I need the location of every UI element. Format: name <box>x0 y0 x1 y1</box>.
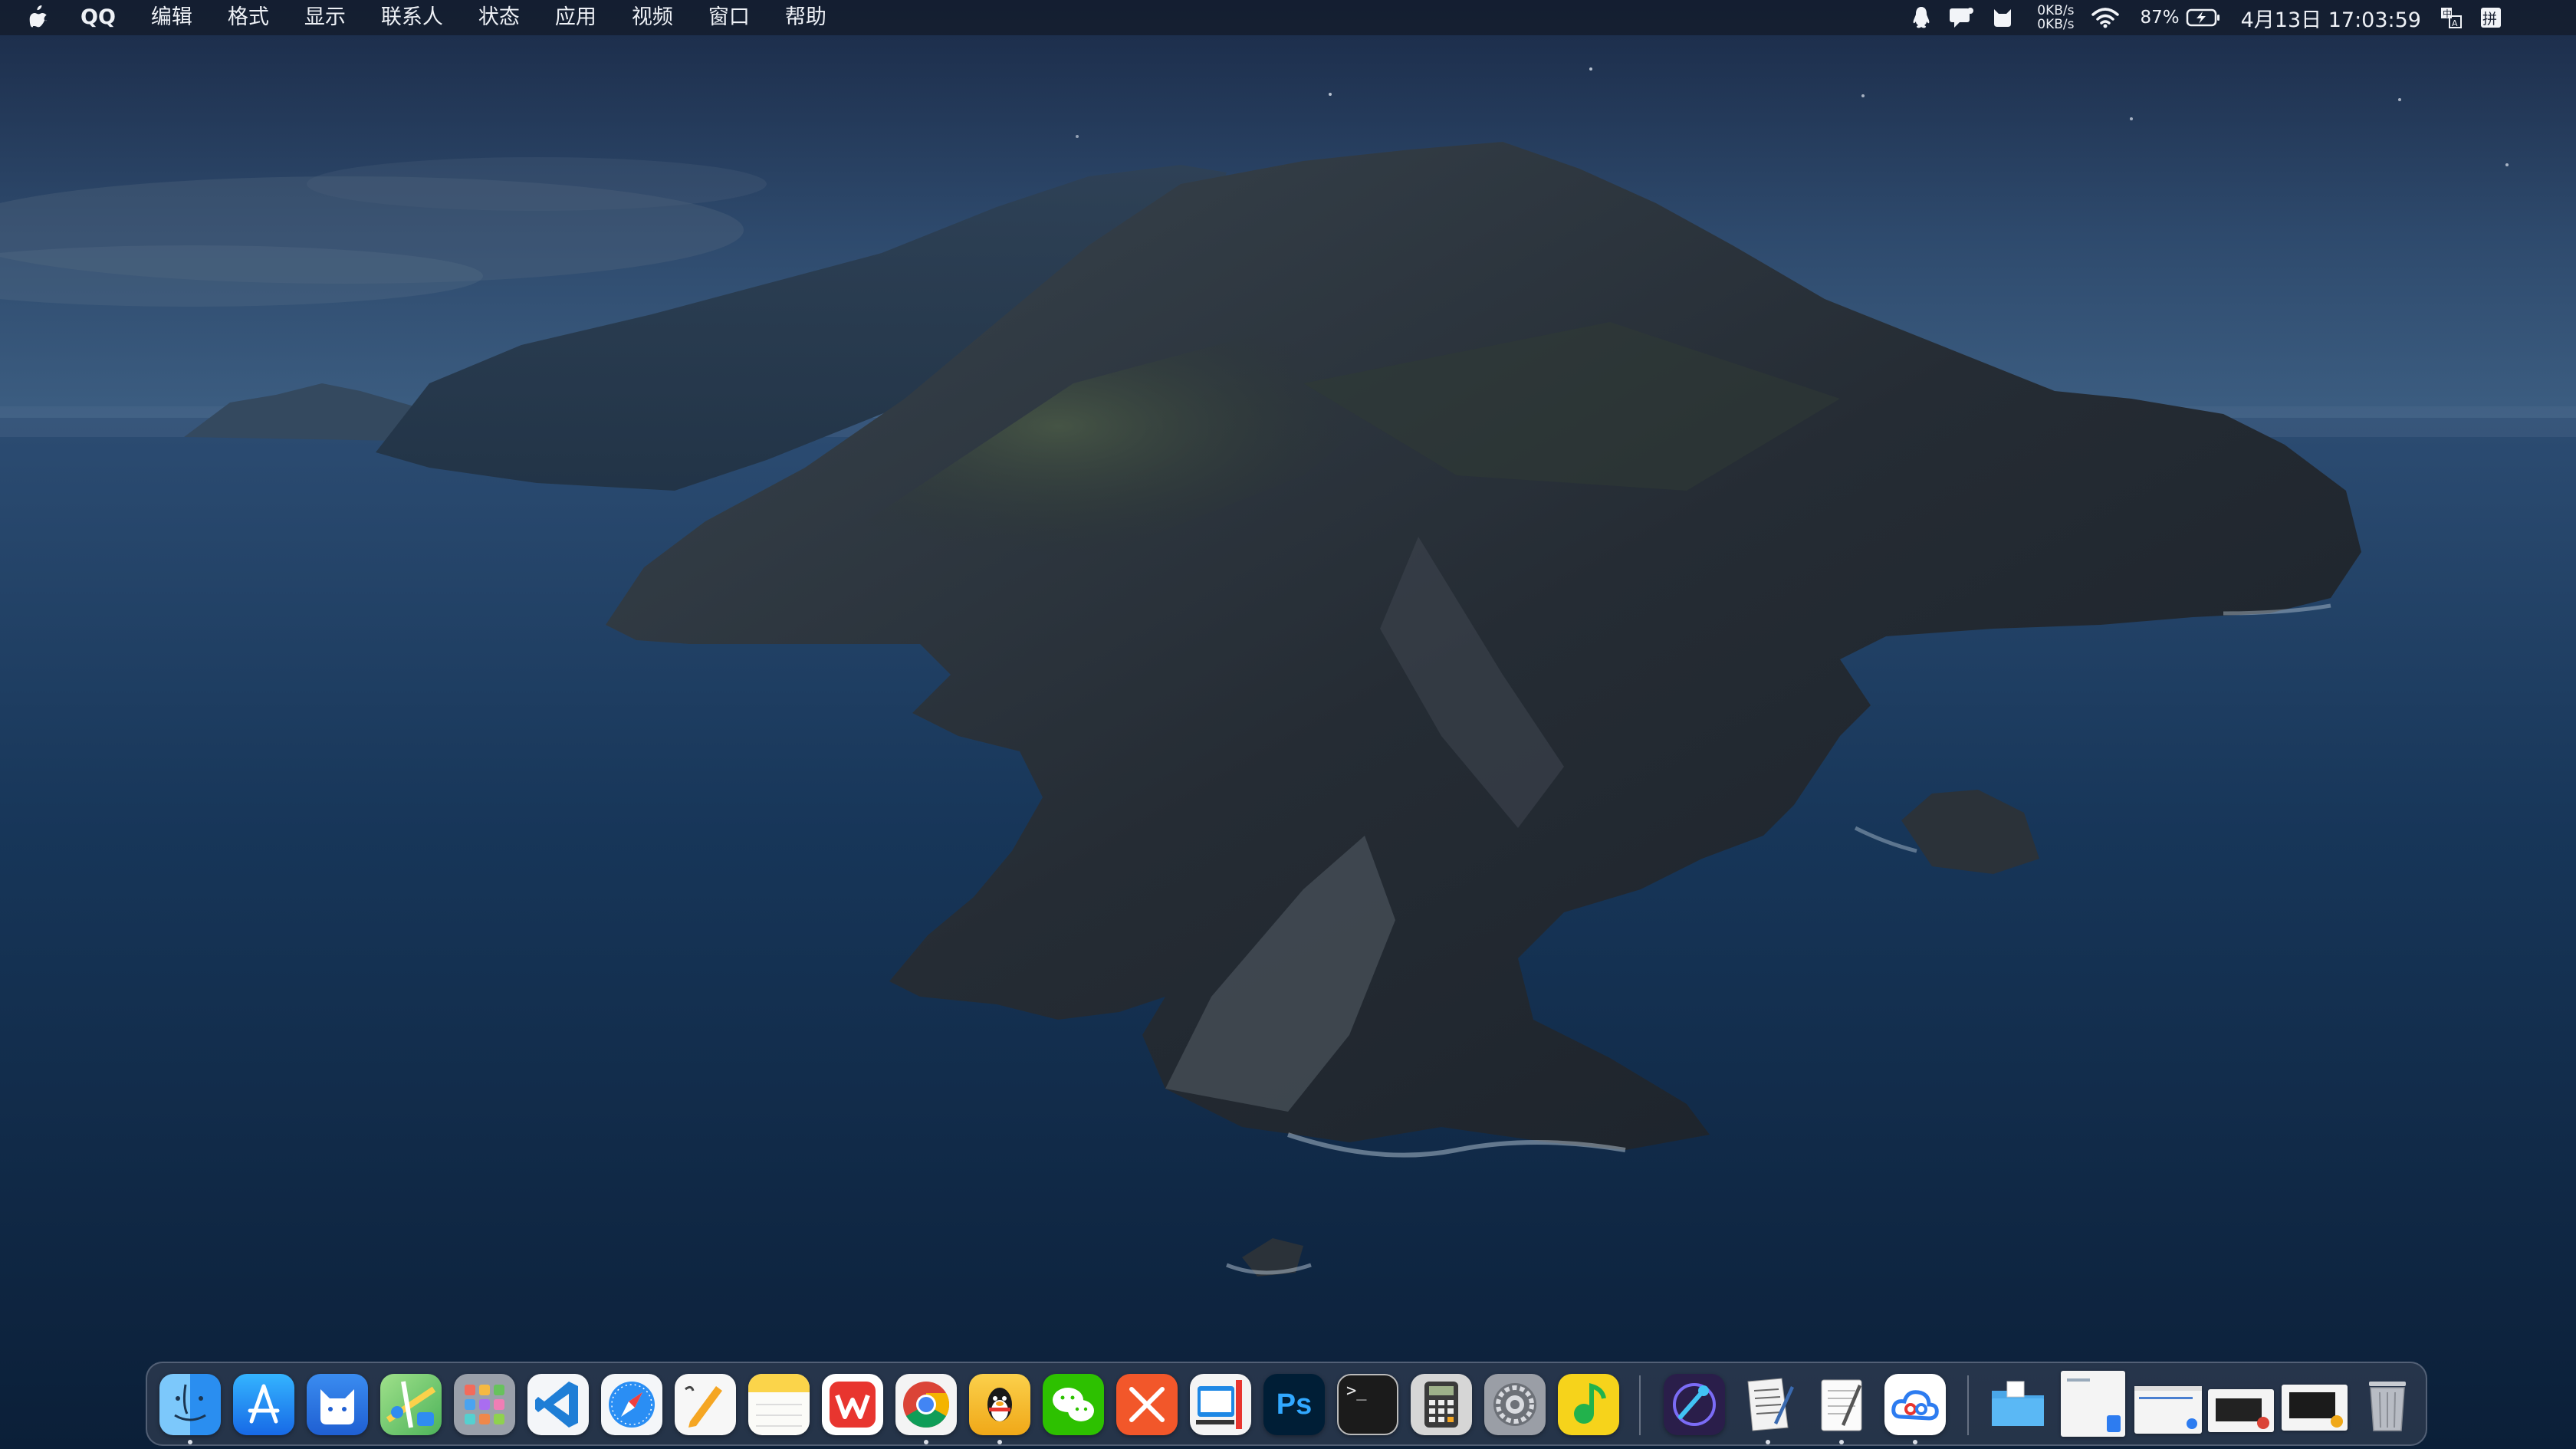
xmind-icon[interactable] <box>1116 1374 1178 1435</box>
svg-text:中: 中 <box>2443 8 2452 19</box>
dock-separator <box>1967 1375 1969 1435</box>
menu-contacts[interactable]: 联系人 <box>363 0 461 35</box>
chrome-icon[interactable] <box>895 1374 957 1435</box>
instruments-icon[interactable] <box>1664 1374 1725 1435</box>
photoshop-icon[interactable]: Ps <box>1263 1374 1325 1435</box>
battery-charging-icon[interactable] <box>2186 0 2221 35</box>
network-speed-indicator[interactable]: 0KB/s 0KB/s <box>2037 4 2074 31</box>
safari-icon[interactable] <box>601 1374 662 1435</box>
minimized-window-1[interactable] <box>2061 1371 2125 1437</box>
notification-chat-icon[interactable] <box>1948 0 1974 35</box>
cloud-drive-icon[interactable] <box>1884 1374 1946 1435</box>
qq-penguin-icon[interactable] <box>1911 0 1931 35</box>
cat-icon[interactable] <box>1991 0 2014 35</box>
minimized-window-3[interactable] <box>2208 1389 2274 1432</box>
terminal-icon[interactable]: >_ <box>1337 1374 1398 1435</box>
menu-bar-right: 0KB/s 0KB/s 87% 4月13日 17:03:59 中A 拼 <box>1894 0 2576 35</box>
system-preferences-icon[interactable] <box>1484 1374 1546 1435</box>
running-indicator <box>924 1440 928 1444</box>
input-method-icon[interactable]: 中A <box>2440 0 2463 35</box>
menu-window[interactable]: 窗口 <box>691 0 767 35</box>
calculator-icon[interactable] <box>1411 1374 1472 1435</box>
menu-edit[interactable]: 编辑 <box>133 0 210 35</box>
running-indicator <box>1839 1440 1844 1444</box>
wps-icon[interactable] <box>822 1374 883 1435</box>
apple-menu-icon[interactable] <box>28 5 51 31</box>
menu-video[interactable]: 视频 <box>614 0 691 35</box>
net-download-speed: 0KB/s <box>2037 17 2075 32</box>
svg-text:拼: 拼 <box>2482 11 2497 28</box>
menu-help[interactable]: 帮助 <box>767 0 844 35</box>
battery-percent[interactable]: 87% <box>2140 8 2179 28</box>
script-editor-icon[interactable] <box>1737 1374 1799 1435</box>
running-indicator <box>1766 1440 1770 1444</box>
svg-text:A: A <box>2452 18 2458 28</box>
menu-bar-clock[interactable]: 4月13日 17:03:59 <box>2241 3 2421 33</box>
notes-icon[interactable] <box>748 1374 810 1435</box>
pinyin-icon[interactable]: 拼 <box>2479 0 2502 35</box>
running-indicator <box>188 1440 192 1444</box>
dock-separator <box>1639 1375 1641 1435</box>
qq-music-icon[interactable] <box>1558 1374 1619 1435</box>
finder-icon[interactable] <box>159 1374 221 1435</box>
net-upload-speed: 0KB/s <box>2037 3 2075 18</box>
menu-apps[interactable]: 应用 <box>537 0 614 35</box>
menu-view[interactable]: 显示 <box>287 0 363 35</box>
screen-tool-icon[interactable] <box>1190 1374 1251 1435</box>
cat-app-icon[interactable] <box>307 1374 368 1435</box>
desktop-wallpaper <box>0 0 2576 1449</box>
running-indicator <box>1913 1440 1917 1444</box>
vscode-icon[interactable] <box>527 1374 589 1435</box>
wechat-icon[interactable] <box>1043 1374 1104 1435</box>
trash-icon[interactable] <box>2357 1374 2418 1435</box>
menu-bar: QQ 编辑 格式 显示 联系人 状态 应用 视频 窗口 帮助 0KB/s 0KB… <box>0 0 2576 35</box>
menu-format[interactable]: 格式 <box>210 0 287 35</box>
minimized-window-2[interactable] <box>2134 1386 2202 1434</box>
qq-icon[interactable] <box>969 1374 1030 1435</box>
menu-app-name[interactable]: QQ <box>63 0 133 35</box>
minimized-window-4[interactable] <box>2282 1385 2348 1431</box>
textedit-icon[interactable] <box>1811 1374 1872 1435</box>
menu-bar-left: QQ 编辑 格式 显示 联系人 状态 应用 视频 窗口 帮助 <box>0 0 844 35</box>
launchpad-icon[interactable] <box>454 1374 515 1435</box>
maps-icon[interactable] <box>380 1374 442 1435</box>
dock: Ps >_ <box>146 1362 2427 1446</box>
wifi-icon[interactable] <box>2091 0 2120 35</box>
app-store-icon[interactable] <box>233 1374 294 1435</box>
pages-icon[interactable] <box>675 1374 736 1435</box>
downloads-folder-icon[interactable] <box>1987 1374 2049 1435</box>
running-indicator <box>997 1440 1002 1444</box>
menu-status[interactable]: 状态 <box>461 0 537 35</box>
